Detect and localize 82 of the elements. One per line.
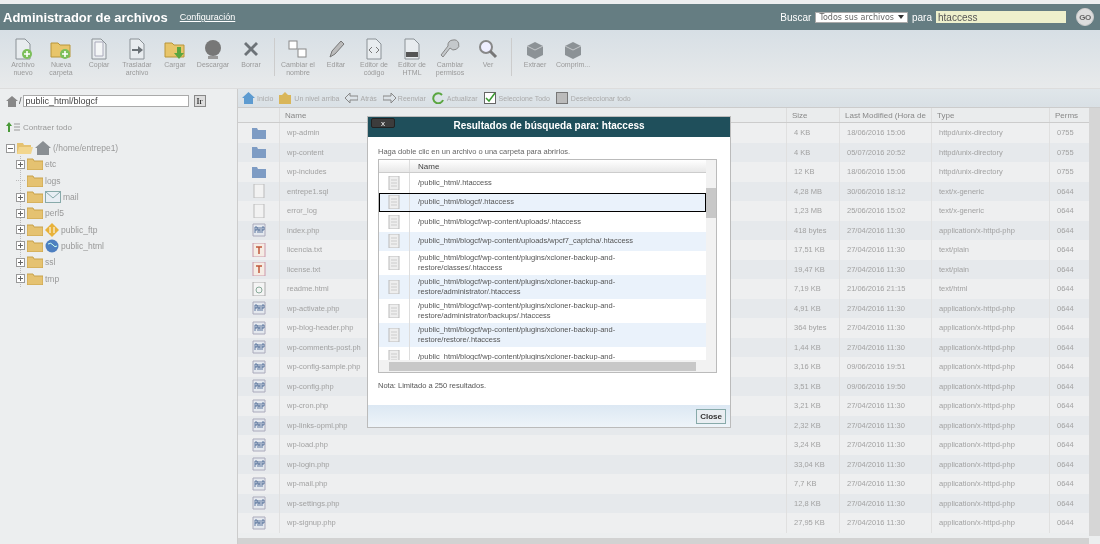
dropdown-caret-icon [898, 15, 904, 19]
refresh-icon [431, 92, 445, 104]
folder-icon [251, 125, 266, 140]
document-icon [388, 304, 400, 318]
folder-icon [27, 207, 43, 220]
expand-icon[interactable] [16, 257, 25, 267]
folder-icon [27, 272, 43, 285]
collapse-icon[interactable] [6, 143, 15, 153]
open-folder-icon [17, 142, 33, 155]
column-header[interactable]: Type [931, 108, 1049, 122]
search-field[interactable]: htaccess [936, 11, 1066, 23]
go-button[interactable]: Ir [193, 95, 206, 107]
close-button[interactable]: x [371, 118, 395, 128]
checkbox-icon [483, 92, 497, 104]
for-label: para [912, 11, 932, 23]
scope-dropdown[interactable]: Todos sus archivos [815, 11, 908, 23]
close-button[interactable]: Close [696, 408, 726, 424]
search-icon [477, 38, 499, 60]
document-icon [388, 256, 400, 270]
home-icon [35, 141, 51, 156]
forward-arrow-icon [382, 92, 396, 104]
home-icon [6, 95, 18, 107]
document-icon [388, 349, 400, 360]
globe-icon [45, 238, 59, 253]
file-plus-icon [12, 38, 34, 60]
tree-item[interactable]: mail [63, 192, 79, 203]
folder-icon [27, 239, 43, 252]
collapse-all-button[interactable]: Contraer todo [6, 122, 72, 132]
column-header[interactable]: Name [410, 161, 440, 171]
tree-item[interactable]: logs [45, 175, 61, 186]
tree-item[interactable]: (/home/entrepe1) [53, 143, 119, 154]
vertical-scrollbar[interactable] [1089, 108, 1100, 536]
column-header[interactable]: Size [786, 108, 839, 122]
tree-item[interactable]: tmp [45, 273, 60, 284]
expand-icon[interactable] [16, 225, 25, 235]
document-icon [388, 214, 400, 229]
folder-icon [27, 174, 43, 187]
home-icon [242, 92, 255, 104]
expand-icon[interactable] [16, 159, 25, 169]
vertical-scrollbar[interactable] [706, 160, 716, 360]
tree-item[interactable]: ssl [45, 257, 56, 268]
html-file-icon [401, 38, 423, 60]
file-arrow-icon [126, 38, 148, 60]
path-prefix: / [19, 96, 22, 106]
dialog-title: Resultados de búsqueda para: htaccess [452, 120, 646, 131]
search-label: Buscar [780, 11, 812, 23]
copy-icon [88, 38, 110, 60]
folder-icon [27, 191, 43, 204]
sphere-icon [202, 38, 224, 60]
path-field[interactable]: public_html/blogcf [22, 95, 189, 107]
code-file-icon [363, 38, 385, 60]
column-header[interactable]: Last Modified (Hora de [839, 108, 931, 122]
checkbox-icon [555, 92, 569, 104]
folder-icon [27, 158, 43, 171]
document-icon [388, 195, 400, 210]
horizontal-scrollbar[interactable] [379, 360, 716, 372]
envelope-icon [45, 191, 61, 204]
back-arrow-icon [345, 92, 359, 104]
expand-icon[interactable] [16, 274, 25, 283]
folder-icon [251, 145, 266, 160]
folder-icon [251, 164, 266, 179]
tree-item[interactable]: public_ftp [61, 224, 98, 235]
text-file-icon [251, 262, 266, 277]
document-icon [388, 234, 400, 249]
expand-icon[interactable] [16, 241, 25, 251]
folder-icon [27, 223, 43, 236]
document-icon [388, 280, 400, 294]
tree-item[interactable]: public_html [61, 240, 104, 251]
key-icon [439, 38, 461, 60]
app-title: Administrador de archivos [3, 9, 168, 25]
folder-up-icon [279, 92, 293, 104]
tree-item[interactable]: etc [45, 159, 57, 170]
collapse-all-icon [6, 122, 20, 132]
expand-icon[interactable] [16, 208, 25, 218]
tree-item[interactable]: perl5 [45, 208, 64, 219]
settings-link[interactable]: Configuración [179, 12, 236, 22]
folder-icon [27, 256, 43, 269]
document-icon [388, 328, 400, 342]
document-icon [388, 175, 400, 190]
ftp-icon [45, 222, 59, 237]
go-button[interactable]: GO [1076, 8, 1094, 26]
expand-icon[interactable] [16, 192, 25, 202]
